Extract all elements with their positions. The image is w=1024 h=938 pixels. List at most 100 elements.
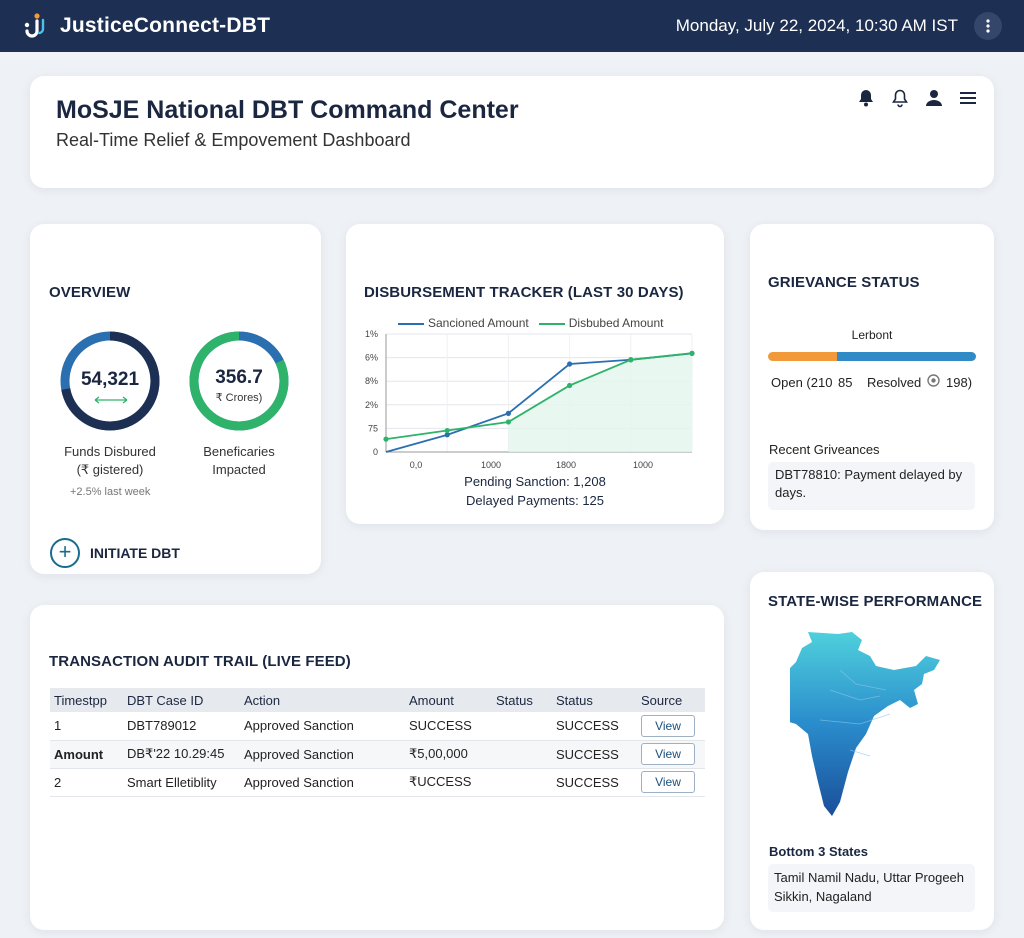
col-action: Action [240, 688, 405, 712]
view-button[interactable]: View [641, 714, 695, 737]
dashboard-header-card: MoSJE National DBT Command Center Real-T… [30, 76, 994, 188]
page-subtitle: Real-Time Relief & Empovement Dashboard [56, 130, 411, 150]
pending-sanction: Pending Sanction: 1,208 [464, 474, 606, 489]
cell-status-1 [492, 768, 552, 797]
y-tick-label: 8% [365, 376, 378, 386]
y-tick-label: 0 [373, 447, 378, 457]
x-tick-label: 1000 [481, 460, 501, 470]
col-status-2: Status [552, 688, 637, 712]
funds-trend: +2.5% last week [70, 486, 151, 498]
col-source: Source [637, 688, 705, 712]
data-point [444, 427, 450, 434]
alerts-button[interactable] [890, 88, 910, 108]
beneficiaries-label-line2: Impacted [212, 462, 266, 477]
col-timestamp: Timestpp [50, 688, 123, 712]
data-point [505, 419, 511, 425]
logo-icon [24, 13, 45, 38]
cell-timestamp: 1 [50, 712, 123, 741]
initiate-dbt-button[interactable]: + INITIATE DBT [50, 538, 180, 568]
funds-label-line2: (₹ gistered) [76, 462, 144, 477]
cell-timestamp: Amount [50, 740, 123, 769]
state-title: STATE-WISE PERFORMANCE [768, 593, 983, 610]
cell-status-2: SUCCESS [552, 768, 637, 797]
x-tick-label: 1800 [556, 460, 576, 470]
menu-button[interactable] [958, 88, 978, 108]
resolved-check-icon [927, 374, 940, 387]
state-performance-card: STATE-WISE PERFORMANCE Bottom 3 States T… [750, 572, 994, 930]
cell-source: View [637, 768, 705, 797]
cell-status-2: SUCCESS [552, 740, 637, 769]
cell-amount: ₹5,00,000 [405, 740, 492, 769]
beneficiaries-value: 356.7 [215, 367, 263, 388]
grievance-open: Open (210 [771, 375, 833, 390]
bottom-states-list: Tamil Namil Nadu, Uttar Progeeh Sikkin, … [768, 864, 975, 912]
profile-button[interactable] [924, 88, 944, 108]
audit-trail-card: TRANSACTION AUDIT TRAIL (LIVE FEED) Time… [30, 605, 724, 930]
overview-card: OVERVIEW 54,321 Funds Disbured (₹ gister… [30, 224, 321, 574]
y-tick-label: 2% [365, 400, 378, 410]
cell-source: View [637, 712, 705, 741]
y-tick-label: 6% [365, 353, 378, 363]
swap-arrow-icon [94, 396, 128, 404]
audit-title: TRANSACTION AUDIT TRAIL (LIVE FEED) [49, 653, 351, 670]
funds-value: 54,321 [80, 369, 140, 390]
app-title: JusticeConnect-DBT [60, 14, 271, 37]
header-actions [856, 88, 978, 108]
x-tick-label: 0,0 [410, 460, 423, 470]
col-status-1: Status [492, 688, 552, 712]
cell-source: View [637, 740, 705, 769]
col-case-id: DBT Case ID [123, 688, 240, 712]
beneficiaries-unit: ₹ Crores) [215, 392, 263, 404]
grievance-open-extra: 85 [838, 375, 853, 390]
recent-grievances-title: Recent Griveances [769, 442, 880, 457]
legend-disbursed-label: Disbubed Amount [568, 316, 664, 330]
grievance-resolved: Resolved [867, 375, 922, 390]
notifications-button[interactable] [856, 88, 876, 108]
beneficiaries-label: Beneficaries Impacted [169, 443, 309, 479]
menu-icon [960, 92, 976, 104]
grievance-progress-bar [768, 352, 976, 361]
col-amount: Amount [405, 688, 492, 712]
plus-circle-icon: + [50, 538, 80, 568]
page-title: MoSJE National DBT Command Center [56, 96, 519, 124]
recent-grievance-item[interactable]: DBT78810: Payment delayed by days. [768, 462, 975, 510]
cell-case-id: DBT789012 [123, 712, 240, 741]
view-button[interactable]: View [641, 771, 695, 793]
cell-amount: SUCCESS [405, 712, 492, 741]
y-tick-label: 1% [365, 330, 378, 339]
grievance-resolved-segment [836, 352, 976, 361]
legend-disbursed: Disbubed Amount [538, 316, 664, 330]
bottom-states-title: Bottom 3 States [769, 844, 868, 859]
grievance-bar-label: Lerbont [851, 328, 893, 342]
cell-timestamp: 2 [50, 768, 123, 797]
beneficiaries-label-line1: Beneficaries [203, 444, 275, 459]
grievance-status-card: GRIEVANCE STATUS Lerbont Open (210 85 Re… [750, 224, 994, 530]
x-tick-label: 1000 [633, 460, 653, 470]
legend-sanctioned: Sancioned Amount [398, 316, 529, 330]
more-vertical-icon [986, 19, 990, 33]
cell-action: Approved Sanction [240, 740, 405, 769]
cell-action: Approved Sanction [240, 768, 405, 797]
data-point [567, 382, 573, 389]
india-map[interactable] [790, 630, 960, 830]
bell-filled-icon [859, 90, 873, 107]
top-bar: JusticeConnect-DBT Monday, July 22, 2024… [0, 0, 1024, 52]
cell-case-id: Smart Elletiblity [123, 768, 240, 797]
table-row: 1 DBT789012 Approved Sanction SUCCESS SU… [50, 712, 705, 741]
cell-status-1 [492, 712, 552, 741]
data-point [689, 350, 695, 356]
current-datetime: Monday, July 22, 2024, 10:30 AM IST [675, 16, 958, 35]
more-options-button[interactable] [974, 12, 1002, 40]
grievance-title: GRIEVANCE STATUS [768, 274, 920, 291]
cell-action: Approved Sanction [240, 712, 405, 741]
grievance-open-segment [768, 352, 837, 361]
table-row: 2 Smart Elletiblity Approved Sanction ₹U… [50, 768, 705, 797]
audit-table: Timestpp DBT Case ID Action Amount Statu… [50, 688, 705, 797]
cell-status-1 [492, 740, 552, 769]
view-button[interactable]: View [641, 743, 695, 765]
data-point [628, 357, 634, 363]
data-point [505, 410, 511, 416]
cell-status-2: SUCCESS [552, 712, 637, 741]
user-icon [926, 90, 942, 106]
disbursement-line-chart: 0 75 2% 8% 6% 1% 0,0 1000 1800 1000 [365, 330, 695, 470]
